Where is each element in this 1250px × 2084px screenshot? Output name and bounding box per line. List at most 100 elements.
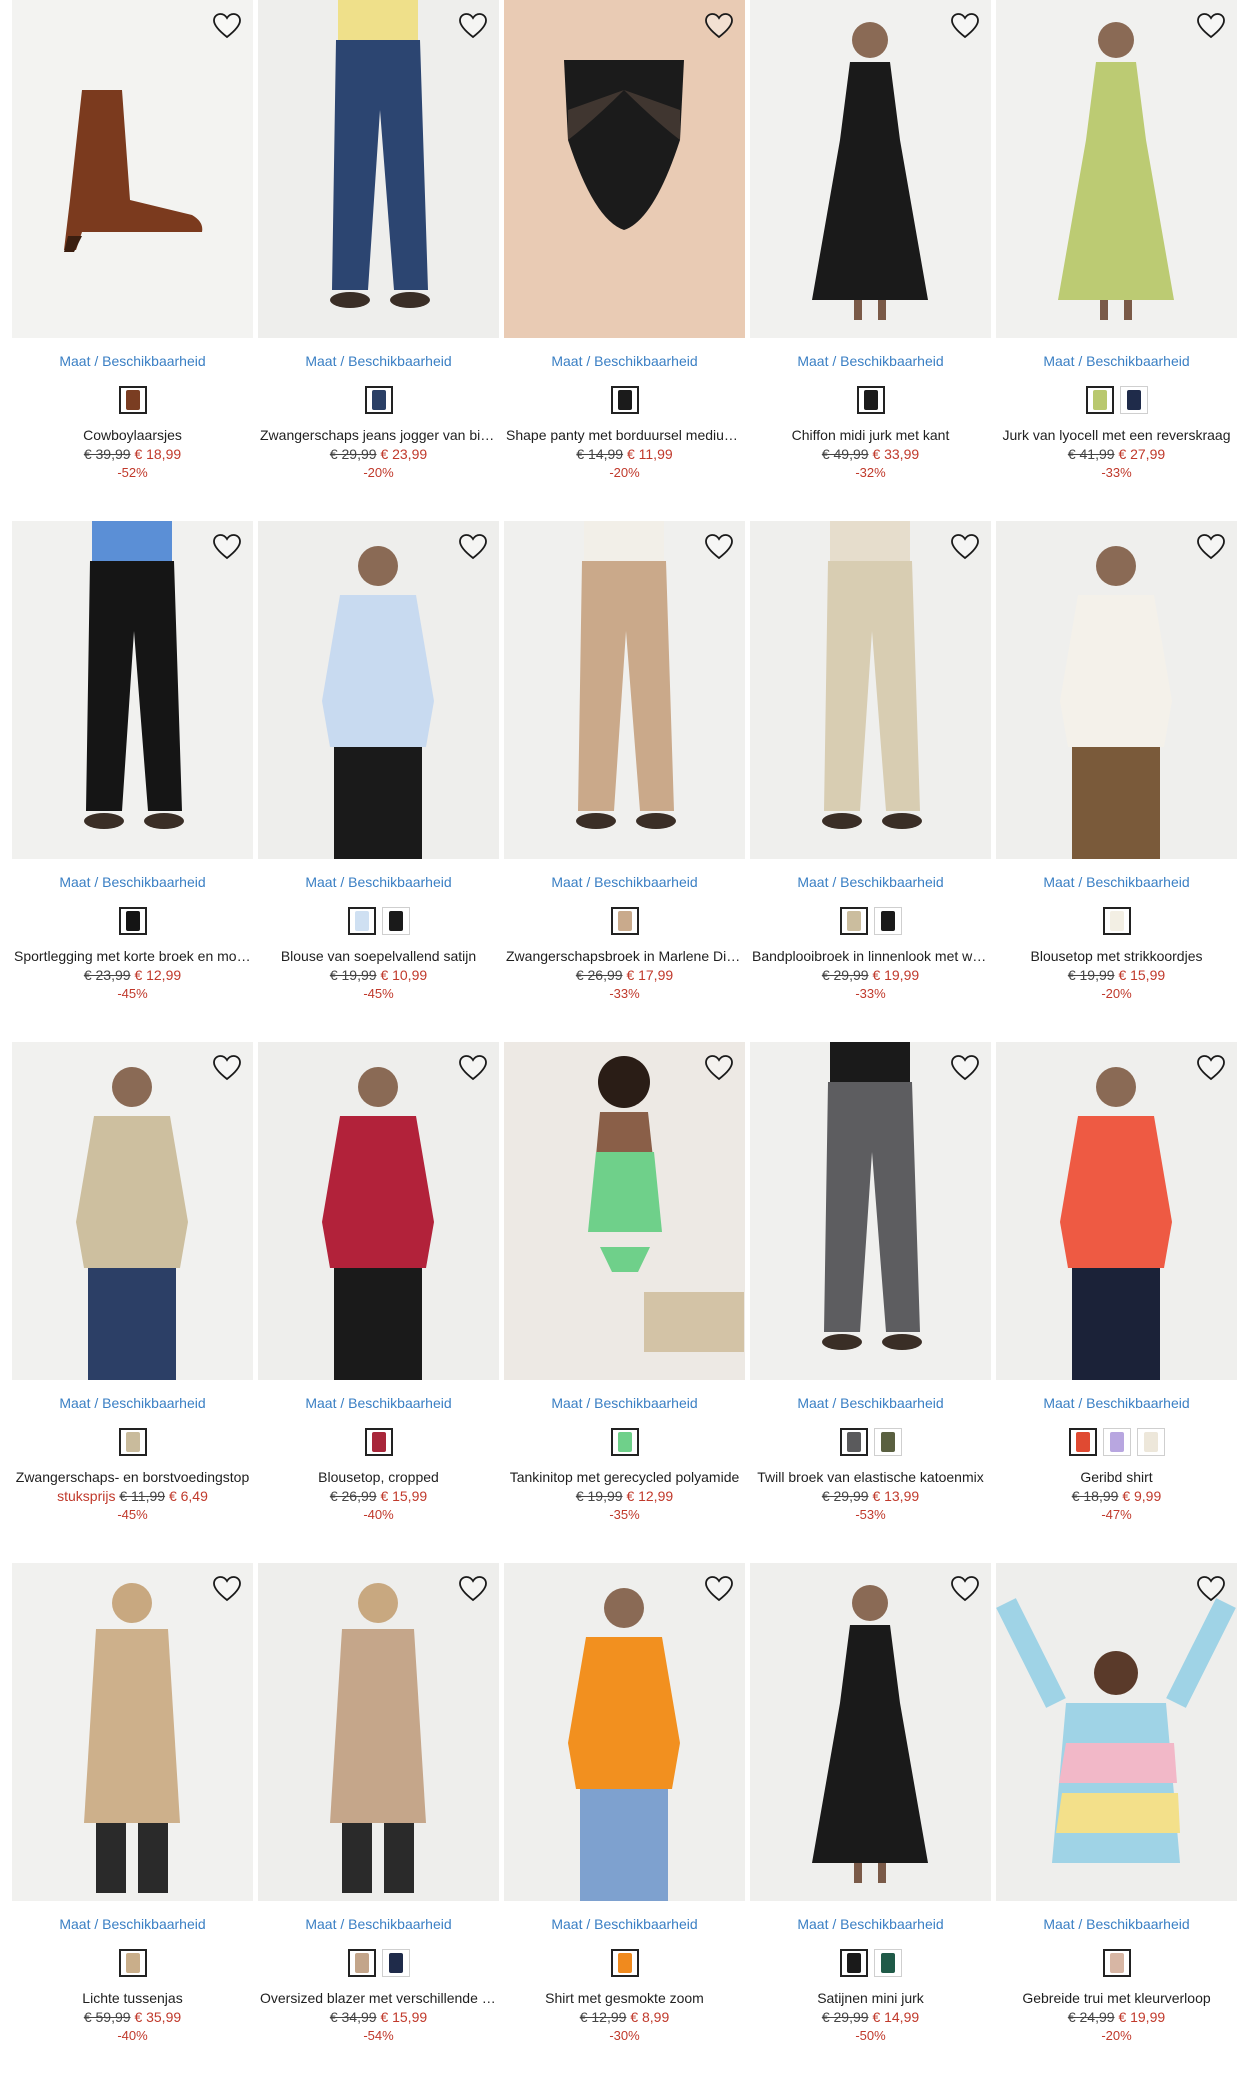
- heart-icon[interactable]: [949, 1052, 981, 1084]
- color-swatch[interactable]: [347, 1949, 376, 1977]
- product-title[interactable]: Oversized blazer met verschillende draag…: [258, 1989, 499, 2007]
- size-availability-link[interactable]: Maat / Beschikbaarheid: [258, 873, 499, 891]
- size-availability-link[interactable]: Maat / Beschikbaarheid: [996, 1915, 1237, 1933]
- product-title[interactable]: Gebreide trui met kleurverloop: [996, 1989, 1237, 2007]
- product-title[interactable]: Sportlegging met korte broek en mobielza…: [12, 947, 253, 965]
- product-image[interactable]: [258, 1563, 499, 1901]
- size-availability-link[interactable]: Maat / Beschikbaarheid: [750, 1915, 991, 1933]
- color-swatch[interactable]: [839, 907, 868, 935]
- heart-icon[interactable]: [211, 10, 243, 42]
- product-image[interactable]: [504, 0, 745, 338]
- product-card[interactable]: Maat / Beschikbaarheid Geribd shirt € 18…: [996, 1042, 1237, 1563]
- product-title[interactable]: Blousetop met strikkoordjes: [996, 947, 1237, 965]
- product-title[interactable]: Satijnen mini jurk: [750, 1989, 991, 2007]
- product-card[interactable]: Maat / Beschikbaarheid Blousetop, croppe…: [258, 1042, 499, 1563]
- product-title[interactable]: Lichte tussenjas: [12, 1989, 253, 2007]
- size-availability-link[interactable]: Maat / Beschikbaarheid: [504, 1394, 745, 1412]
- product-card[interactable]: Maat / Beschikbaarheid Cowboylaarsjes € …: [12, 0, 253, 521]
- color-swatch[interactable]: [347, 907, 376, 935]
- product-image[interactable]: [504, 1042, 745, 1380]
- product-card[interactable]: Maat / Beschikbaarheid Shirt met gesmokt…: [504, 1563, 745, 2084]
- product-card[interactable]: Maat / Beschikbaarheid Zwangerschaps- en…: [12, 1042, 253, 1563]
- product-image[interactable]: [996, 1042, 1237, 1380]
- color-swatch[interactable]: [873, 1949, 902, 1977]
- color-swatch[interactable]: [1136, 1428, 1165, 1456]
- heart-icon[interactable]: [1195, 1573, 1227, 1605]
- product-card[interactable]: Maat / Beschikbaarheid Chiffon midi jurk…: [750, 0, 991, 521]
- size-availability-link[interactable]: Maat / Beschikbaarheid: [504, 1915, 745, 1933]
- product-card[interactable]: Maat / Beschikbaarheid Zwangerschapsbroe…: [504, 521, 745, 1042]
- heart-icon[interactable]: [703, 531, 735, 563]
- product-card[interactable]: Maat / Beschikbaarheid Shape panty met b…: [504, 0, 745, 521]
- color-swatch[interactable]: [118, 1428, 147, 1456]
- product-image[interactable]: [12, 521, 253, 859]
- size-availability-link[interactable]: Maat / Beschikbaarheid: [504, 352, 745, 370]
- product-image[interactable]: [750, 1042, 991, 1380]
- color-swatch[interactable]: [118, 907, 147, 935]
- product-image[interactable]: [258, 0, 499, 338]
- product-image[interactable]: [996, 521, 1237, 859]
- color-swatch[interactable]: [1119, 386, 1148, 414]
- product-image[interactable]: [258, 521, 499, 859]
- heart-icon[interactable]: [457, 10, 489, 42]
- size-availability-link[interactable]: Maat / Beschikbaarheid: [258, 352, 499, 370]
- size-availability-link[interactable]: Maat / Beschikbaarheid: [12, 873, 253, 891]
- product-title[interactable]: Zwangerschapsbroek in Marlene Dietrich s…: [504, 947, 745, 965]
- product-image[interactable]: [750, 0, 991, 338]
- color-swatch[interactable]: [856, 386, 885, 414]
- heart-icon[interactable]: [211, 1573, 243, 1605]
- heart-icon[interactable]: [949, 10, 981, 42]
- size-availability-link[interactable]: Maat / Beschikbaarheid: [996, 352, 1237, 370]
- color-swatch[interactable]: [873, 907, 902, 935]
- color-swatch[interactable]: [1068, 1428, 1097, 1456]
- product-card[interactable]: Maat / Beschikbaarheid Oversized blazer …: [258, 1563, 499, 2084]
- color-swatch[interactable]: [1102, 1428, 1131, 1456]
- color-swatch[interactable]: [1085, 386, 1114, 414]
- product-card[interactable]: Maat / Beschikbaarheid Twill broek van e…: [750, 1042, 991, 1563]
- color-swatch[interactable]: [610, 1949, 639, 1977]
- heart-icon[interactable]: [211, 531, 243, 563]
- heart-icon[interactable]: [1195, 1052, 1227, 1084]
- product-image[interactable]: [258, 1042, 499, 1380]
- product-card[interactable]: Maat / Beschikbaarheid Tankinitop met ge…: [504, 1042, 745, 1563]
- color-swatch[interactable]: [839, 1949, 868, 1977]
- heart-icon[interactable]: [703, 10, 735, 42]
- product-card[interactable]: Maat / Beschikbaarheid Bandplooibroek in…: [750, 521, 991, 1042]
- product-card[interactable]: Maat / Beschikbaarheid Blousetop met str…: [996, 521, 1237, 1042]
- size-availability-link[interactable]: Maat / Beschikbaarheid: [12, 1394, 253, 1412]
- color-swatch[interactable]: [118, 1949, 147, 1977]
- product-image[interactable]: [504, 521, 745, 859]
- product-title[interactable]: Bandplooibroek in linnenlook met wijde p…: [750, 947, 991, 965]
- size-availability-link[interactable]: Maat / Beschikbaarheid: [12, 352, 253, 370]
- product-title[interactable]: Zwangerschaps- en borstvoedingstop: [12, 1468, 253, 1486]
- product-title[interactable]: Geribd shirt: [996, 1468, 1237, 1486]
- product-image[interactable]: [12, 1042, 253, 1380]
- size-availability-link[interactable]: Maat / Beschikbaarheid: [996, 873, 1237, 891]
- product-card[interactable]: Maat / Beschikbaarheid Satijnen mini jur…: [750, 1563, 991, 2084]
- product-image[interactable]: [750, 1563, 991, 1901]
- heart-icon[interactable]: [457, 531, 489, 563]
- heart-icon[interactable]: [1195, 531, 1227, 563]
- size-availability-link[interactable]: Maat / Beschikbaarheid: [258, 1915, 499, 1933]
- product-title[interactable]: Shirt met gesmokte zoom: [504, 1989, 745, 2007]
- color-swatch[interactable]: [839, 1428, 868, 1456]
- color-swatch[interactable]: [364, 1428, 393, 1456]
- color-swatch[interactable]: [1102, 907, 1131, 935]
- product-image[interactable]: [996, 0, 1237, 338]
- product-title[interactable]: Jurk van lyocell met een reverskraag: [996, 426, 1237, 444]
- color-swatch[interactable]: [610, 907, 639, 935]
- heart-icon[interactable]: [703, 1052, 735, 1084]
- color-swatch[interactable]: [873, 1428, 902, 1456]
- color-swatch[interactable]: [381, 1949, 410, 1977]
- heart-icon[interactable]: [457, 1052, 489, 1084]
- color-swatch[interactable]: [118, 386, 147, 414]
- product-card[interactable]: Maat / Beschikbaarheid Zwangerschaps jea…: [258, 0, 499, 521]
- product-card[interactable]: Maat / Beschikbaarheid Sportlegging met …: [12, 521, 253, 1042]
- product-image[interactable]: [12, 0, 253, 338]
- heart-icon[interactable]: [211, 1052, 243, 1084]
- product-title[interactable]: Shape panty met borduursel medium shapin…: [504, 426, 745, 444]
- color-swatch[interactable]: [364, 386, 393, 414]
- product-title[interactable]: Tankinitop met gerecycled polyamide: [504, 1468, 745, 1486]
- product-card[interactable]: Maat / Beschikbaarheid Lichte tussenjas …: [12, 1563, 253, 2084]
- product-card[interactable]: Maat / Beschikbaarheid Jurk van lyocell …: [996, 0, 1237, 521]
